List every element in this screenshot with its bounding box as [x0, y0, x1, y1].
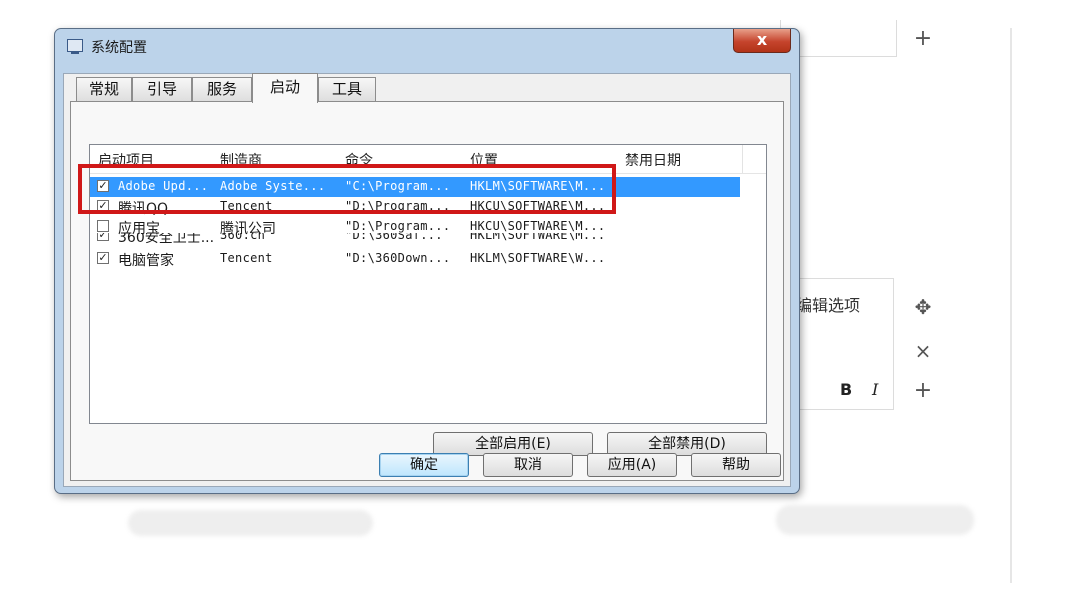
startup-panel: 启动项目 制造商 命令 位置 禁用日期 ✓ Adobe Upd... Adobe…	[70, 101, 784, 481]
tab-services[interactable]: 服务	[192, 77, 252, 101]
row-location: HKLM\SOFTWARE\M...	[470, 233, 606, 242]
row-checkbox[interactable]: ✓	[97, 252, 109, 264]
bold-button[interactable]: B	[840, 380, 852, 399]
editor-option-text: 编辑选项	[796, 296, 861, 315]
tab-tools[interactable]: 工具	[318, 77, 376, 101]
table-row[interactable]: ✓ 360安全卫士... 360.cn "D:\360Saf... HKLM\S…	[90, 233, 740, 247]
row-maker: 360.cn	[220, 233, 266, 242]
cancel-button[interactable]: 取消	[483, 453, 573, 477]
row-command: "D:\360Down...	[345, 251, 451, 265]
dialog-title: 系统配置	[91, 40, 147, 56]
page-right-border	[1010, 28, 1012, 583]
table-row[interactable]: ✓ 电脑管家 Tencent "D:\360Down... HKLM\SOFTW…	[90, 249, 740, 269]
row-location: HKLM\SOFTWARE\W...	[470, 251, 606, 265]
tab-startup[interactable]: 启动	[252, 73, 318, 103]
row-checkbox[interactable]	[97, 220, 109, 232]
system-config-dialog: 系统配置 x 常规 引导 服务 启动 工具 启动项目 制造商 命令 位置 禁用日…	[54, 28, 800, 494]
close-button[interactable]: x	[733, 29, 791, 53]
dialog-client: 常规 引导 服务 启动 工具 启动项目 制造商 命令 位置 禁用日期 ✓ Ado…	[63, 73, 791, 487]
add-icon-lower[interactable]: +	[910, 380, 936, 402]
row-item: 360安全卫士...	[118, 233, 215, 246]
blurred-shadow-left	[128, 510, 373, 536]
add-icon[interactable]: +	[910, 28, 936, 50]
row-command: "D:\Program...	[345, 219, 451, 233]
tab-boot[interactable]: 引导	[132, 77, 192, 101]
column-separator	[742, 145, 743, 173]
tab-general[interactable]: 常规	[76, 77, 132, 101]
ok-button[interactable]: 确定	[379, 453, 469, 477]
apply-button[interactable]: 应用(A)	[587, 453, 677, 477]
italic-button[interactable]: I	[872, 380, 878, 399]
row-checkbox[interactable]: ✓	[97, 233, 109, 241]
close-icon[interactable]: ×	[910, 340, 936, 362]
row-maker: Tencent	[220, 251, 273, 265]
move-icon[interactable]: ✥	[910, 296, 936, 318]
help-button[interactable]: 帮助	[691, 453, 781, 477]
column-disable-date[interactable]: 禁用日期	[625, 150, 681, 170]
row-location: HKCU\SOFTWARE\M...	[470, 219, 606, 233]
title-bar[interactable]: 系统配置 x	[55, 29, 799, 65]
monitor-icon	[67, 39, 83, 54]
red-highlight-box	[78, 164, 616, 214]
row-command: "D:\360Saf...	[345, 233, 443, 242]
row-item: 电脑管家	[118, 253, 174, 269]
blurred-shadow-right	[776, 505, 974, 535]
